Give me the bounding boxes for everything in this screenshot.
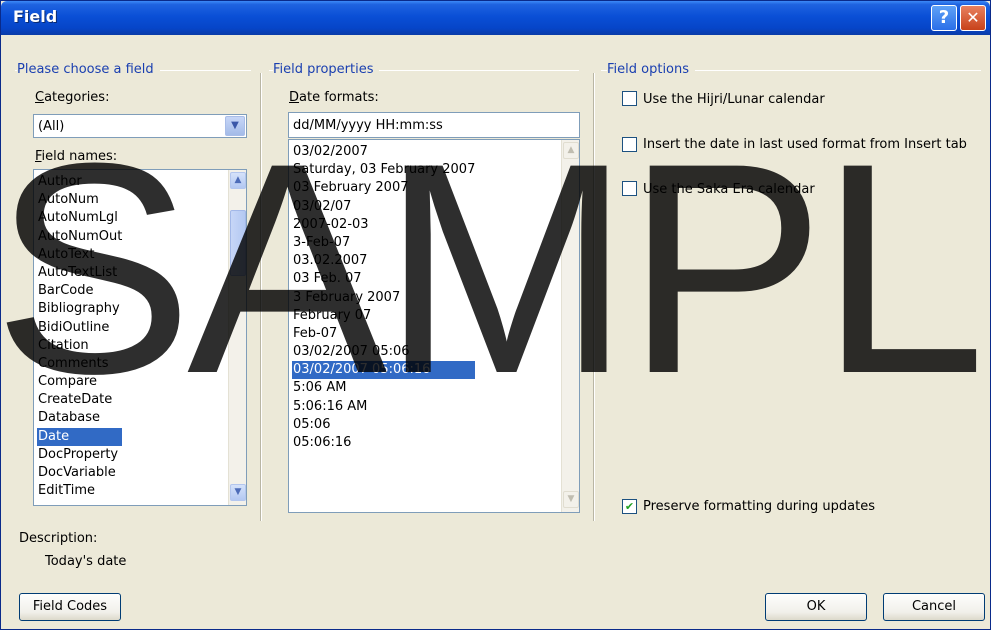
date-format-item[interactable]: 03/02/2007 [292, 143, 475, 161]
date-format-item[interactable]: 03/02/07 [292, 198, 475, 216]
close-button[interactable]: ✕ [960, 5, 986, 31]
scroll-down-icon[interactable]: ▼ [563, 491, 579, 508]
separator-right [593, 73, 595, 521]
date-format-item[interactable]: Feb-07 [292, 325, 475, 343]
date-formats-scrollbar[interactable]: ▲ ▼ [561, 140, 579, 512]
field-names-scrollbar[interactable]: ▲ ▼ [228, 170, 246, 505]
field-name-item[interactable]: Bibliography [37, 300, 122, 318]
date-formats-label: Date formats: [289, 90, 379, 105]
field-name-item[interactable]: AutoText [37, 246, 122, 264]
help-button[interactable]: ? [931, 5, 957, 31]
date-format-item[interactable]: 03.02.2007 [292, 252, 475, 270]
scroll-up-icon[interactable]: ▲ [230, 172, 246, 189]
scroll-up-icon[interactable]: ▲ [563, 142, 579, 159]
field-name-item[interactable]: Date [37, 427, 123, 446]
field-name-item[interactable]: Compare [37, 373, 122, 391]
date-formats-items: 03/02/2007 Saturday, 03 February 2007 03 F… [292, 143, 476, 452]
date-format-item[interactable]: 03/02/2007 05:06 [292, 343, 475, 361]
date-format-item[interactable]: 05:06 [292, 416, 475, 434]
categories-label: Categories: [35, 90, 110, 105]
date-formats-list[interactable]: 03/02/2007 Saturday, 03 February 2007 03 F… [288, 139, 580, 513]
window-title: Field [13, 7, 58, 26]
date-format-input[interactable]: dd/MM/yyyy HH:mm:ss [288, 112, 580, 138]
chevron-down-icon[interactable]: ▼ [225, 116, 245, 136]
group-title-choose-field: Please choose a field [17, 62, 160, 77]
field-codes-button[interactable]: Field Codes [19, 593, 121, 621]
date-format-item[interactable]: 03 Feb. 07 [292, 270, 475, 288]
scroll-thumb[interactable] [230, 210, 246, 276]
field-names-list[interactable]: Author AutoNum AutoNumLgl AutoNumOut AutoTex… [33, 169, 247, 506]
title-bar[interactable]: Field ? ✕ [1, 1, 990, 35]
ok-button[interactable]: OK [765, 593, 867, 621]
field-names-label: Field names: [35, 149, 118, 164]
hijri-calendar-label[interactable]: Use the Hijri/Lunar calendar [643, 92, 825, 107]
field-name-item[interactable]: Comments [37, 355, 122, 373]
field-name-item[interactable]: BarCode [37, 282, 122, 300]
cancel-button[interactable]: Cancel [883, 593, 985, 621]
field-dialog: Field ? ✕ Please choose a field Categori… [0, 0, 991, 630]
group-title-properties: Field properties [273, 62, 380, 77]
scroll-down-icon[interactable]: ▼ [230, 484, 246, 501]
field-name-item[interactable]: Author [37, 173, 122, 191]
last-used-format-label[interactable]: Insert the date in last used format from… [643, 137, 967, 152]
date-format-item[interactable]: 05:06:16 [292, 434, 475, 452]
date-format-item[interactable]: February 07 [292, 307, 475, 325]
categories-value: (All) [38, 119, 65, 134]
field-name-item[interactable]: AutoTextList [37, 264, 122, 282]
date-format-item[interactable]: 5:06:16 AM [292, 398, 475, 416]
date-format-item[interactable]: Saturday, 03 February 2007 [292, 161, 475, 179]
preserve-formatting-label[interactable]: Preserve formatting during updates [643, 499, 875, 514]
preserve-formatting-checkbox[interactable]: ✔ [622, 499, 637, 514]
field-name-item[interactable]: AutoNumOut [37, 228, 122, 246]
description-text: Today's date [45, 554, 127, 569]
field-names-items: Author AutoNum AutoNumLgl AutoNumOut AutoTex… [37, 173, 123, 500]
date-format-item[interactable]: 03/02/2007 05:06:16 [292, 361, 476, 380]
group-title-options: Field options [607, 62, 696, 77]
date-format-item[interactable]: 2007-02-03 [292, 216, 475, 234]
field-name-item[interactable]: EditTime [37, 482, 122, 500]
date-format-item[interactable]: 5:06 AM [292, 379, 475, 397]
field-name-item[interactable]: AutoNumLgl [37, 209, 122, 227]
date-format-item[interactable]: 03 February 2007 [292, 179, 475, 197]
field-name-item[interactable]: CreateDate [37, 391, 122, 409]
saka-calendar-checkbox[interactable] [622, 181, 637, 196]
last-used-format-checkbox[interactable] [622, 137, 637, 152]
date-format-item[interactable]: 3 February 2007 [292, 289, 475, 307]
field-name-item[interactable]: DocProperty [37, 446, 122, 464]
saka-calendar-label[interactable]: Use the Saka Era calendar [643, 182, 815, 197]
description-label: Description: [19, 531, 98, 546]
field-name-item[interactable]: AutoNum [37, 191, 122, 209]
field-name-item[interactable]: DocVariable [37, 464, 122, 482]
field-name-item[interactable]: Citation [37, 337, 122, 355]
separator-left [260, 73, 262, 521]
date-format-value: dd/MM/yyyy HH:mm:ss [293, 118, 443, 133]
categories-combobox[interactable]: (All) ▼ [33, 114, 247, 138]
field-name-item[interactable]: BidiOutline [37, 319, 122, 337]
field-name-item[interactable]: Database [37, 409, 122, 427]
hijri-calendar-checkbox[interactable] [622, 91, 637, 106]
date-format-item[interactable]: 3-Feb-07 [292, 234, 475, 252]
